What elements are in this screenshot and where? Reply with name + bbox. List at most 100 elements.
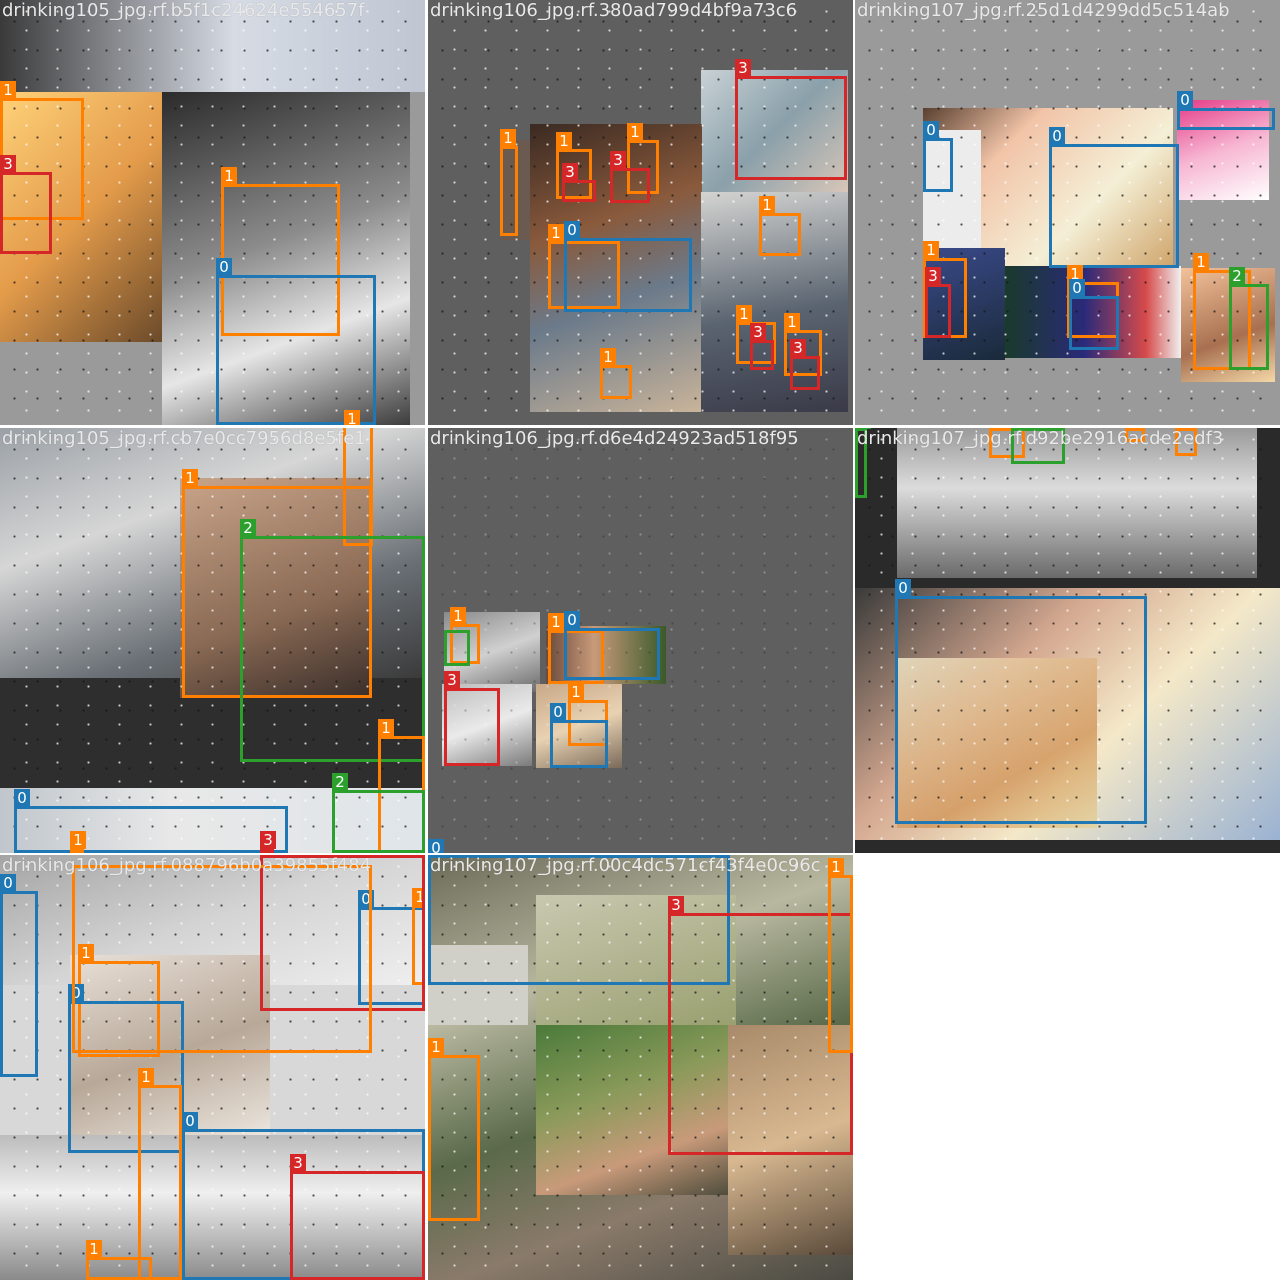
bbox[interactable]: 1	[138, 1068, 182, 1280]
tile-title: drinking106_jpg.rf.088796b0a39855f484	[2, 855, 372, 876]
bbox[interactable]: 0	[1049, 127, 1179, 268]
mosaic-tile-4[interactable]: drinking105_jpg.rf.cb7e0cc7956d8e5fe1 1 …	[0, 428, 425, 853]
bbox[interactable]: 1	[500, 129, 518, 236]
bbox-label: 3	[750, 323, 766, 341]
bbox[interactable]: 3	[735, 59, 847, 180]
bbox-label: 0	[1069, 279, 1085, 297]
bbox[interactable]: 3	[750, 323, 774, 370]
bbox-label: 0	[182, 1112, 198, 1130]
bbox[interactable]: 3	[260, 831, 276, 853]
mosaic-tile-3[interactable]: drinking107_jpg.rf.25d1d4299dd5c514ab 0 …	[855, 0, 1280, 425]
mosaic-tile-6[interactable]: drinking107_jpg.rf.d92be2916acde2edf3 2 …	[855, 428, 1280, 853]
bbox-label: 1	[568, 683, 584, 701]
bbox-label: 1	[344, 410, 360, 425]
bbox[interactable]: 3	[790, 339, 820, 390]
mosaic-tile-7[interactable]: drinking106_jpg.rf.088796b0a39855f484 0 …	[0, 855, 425, 1280]
bbox-label: 0	[14, 789, 30, 807]
bbox[interactable]: 0	[564, 611, 660, 680]
tile-title: drinking106_jpg.rf.380ad799d4bf9a73c6	[430, 0, 798, 21]
tile-title: drinking105_jpg.rf.cb7e0cc7956d8e5fe1	[2, 428, 366, 449]
tile-title: drinking107_jpg.rf.d92be2916acde2edf3	[857, 428, 1224, 449]
bbox-label: 1	[548, 224, 564, 242]
bbox[interactable]: 2	[240, 519, 425, 762]
bbox[interactable]: 0	[216, 258, 376, 425]
bbox-label: 1	[828, 858, 844, 876]
bbox[interactable]: 1	[828, 858, 853, 1053]
bbox-label: 1	[500, 129, 516, 147]
bbox-label: 0	[923, 121, 939, 139]
bbox-label: 0	[564, 611, 580, 629]
bbox[interactable]: 0	[1177, 91, 1275, 130]
bbox-label: 1	[600, 348, 616, 366]
bbox-label: 1	[548, 613, 564, 631]
mosaic-tile-2[interactable]: drinking106_jpg.rf.380ad799d4bf9a73c6 3 …	[428, 0, 853, 425]
bbox-label: 1	[450, 607, 466, 625]
bbox[interactable]: 1	[759, 196, 801, 256]
bbox[interactable]: 0	[895, 579, 1147, 824]
bbox[interactable]: 3	[668, 896, 853, 1155]
bbox-label: 1	[627, 123, 643, 141]
bbox-label: 1	[759, 196, 775, 214]
bbox[interactable]: 1	[70, 831, 86, 853]
photo-patch	[897, 428, 1257, 578]
bbox-label: 0	[564, 221, 580, 239]
bbox-label: 2	[1229, 267, 1245, 285]
bbox[interactable]: 0	[14, 789, 288, 853]
tile-title: drinking105_jpg.rf.b5f1c24624e554657f	[2, 0, 365, 21]
bbox-label: 0	[550, 703, 566, 721]
bbox-label: 3	[0, 155, 16, 173]
bbox-label: 3	[925, 267, 941, 285]
mosaic-tile-5[interactable]: drinking106_jpg.rf.d6e4d24923ad518f95 1 …	[428, 428, 853, 853]
bbox-label: 3	[562, 163, 578, 181]
bbox-label: 0	[216, 258, 232, 276]
bbox-label: 2	[332, 773, 348, 791]
bbox[interactable]	[72, 865, 372, 1053]
bbox-label: 1	[556, 132, 572, 150]
tile-title: drinking107_jpg.rf.00c4dc571cf43f4e0c96c	[430, 855, 821, 876]
bbox[interactable]: 1	[428, 1038, 480, 1221]
tile-title: drinking107_jpg.rf.25d1d4299dd5c514ab	[857, 0, 1230, 21]
bbox-label: 0	[895, 579, 911, 597]
bbox[interactable]: 2	[332, 773, 425, 853]
bbox[interactable]: 0	[0, 874, 38, 1077]
bbox-label: 3	[444, 671, 460, 689]
bbox[interactable]: 1	[86, 1240, 152, 1280]
tile-title: drinking106_jpg.rf.d6e4d24923ad518f95	[430, 428, 799, 449]
bbox-label: 0	[1177, 91, 1193, 109]
bbox[interactable]: 3	[610, 151, 650, 203]
bbox[interactable]: 0	[550, 703, 608, 768]
bbox-label: 1	[784, 313, 800, 331]
bbox-label: 0	[1049, 127, 1065, 145]
mosaic-tile-8[interactable]: drinking107_jpg.rf.00c4dc571cf43f4e0c96c…	[428, 855, 853, 1280]
bbox-label: 3	[790, 339, 806, 357]
bbox[interactable]: 0	[1069, 279, 1119, 350]
bbox-label: 3	[668, 896, 684, 914]
bbox[interactable]: 0	[923, 121, 953, 192]
bbox-label: 1	[221, 167, 237, 185]
bbox-label: 3	[290, 1154, 306, 1172]
bbox-label: 1	[1193, 253, 1209, 271]
bbox[interactable]: 2	[1229, 267, 1269, 370]
mosaic-tile-1[interactable]: drinking105_jpg.rf.b5f1c24624e554657f 1 …	[0, 0, 425, 425]
bbox-label: 3	[260, 831, 276, 849]
bbox-label: 2	[240, 519, 256, 537]
bbox-label: 1	[138, 1068, 154, 1086]
bbox[interactable]: 3	[444, 671, 500, 766]
bbox-label: 1	[0, 81, 16, 99]
bbox-label: 1	[378, 719, 394, 737]
bbox-label: 0	[428, 839, 444, 853]
bbox[interactable]: 3	[290, 1154, 425, 1280]
bbox-label: 1	[182, 469, 198, 487]
bbox[interactable]: 0	[564, 221, 692, 312]
bbox[interactable]	[444, 630, 470, 666]
bbox-label: 3	[610, 151, 626, 169]
bbox-label: 1	[923, 241, 939, 259]
bbox-label: 3	[735, 59, 751, 77]
bbox-label: 1	[86, 1240, 102, 1258]
bbox-label: 1	[70, 831, 86, 849]
bbox[interactable]: 3	[0, 155, 52, 254]
bbox[interactable]: 1	[600, 348, 632, 399]
bbox[interactable]: 3	[925, 267, 951, 338]
bbox[interactable]: 3	[562, 163, 596, 202]
bbox-label: 1	[736, 305, 752, 323]
